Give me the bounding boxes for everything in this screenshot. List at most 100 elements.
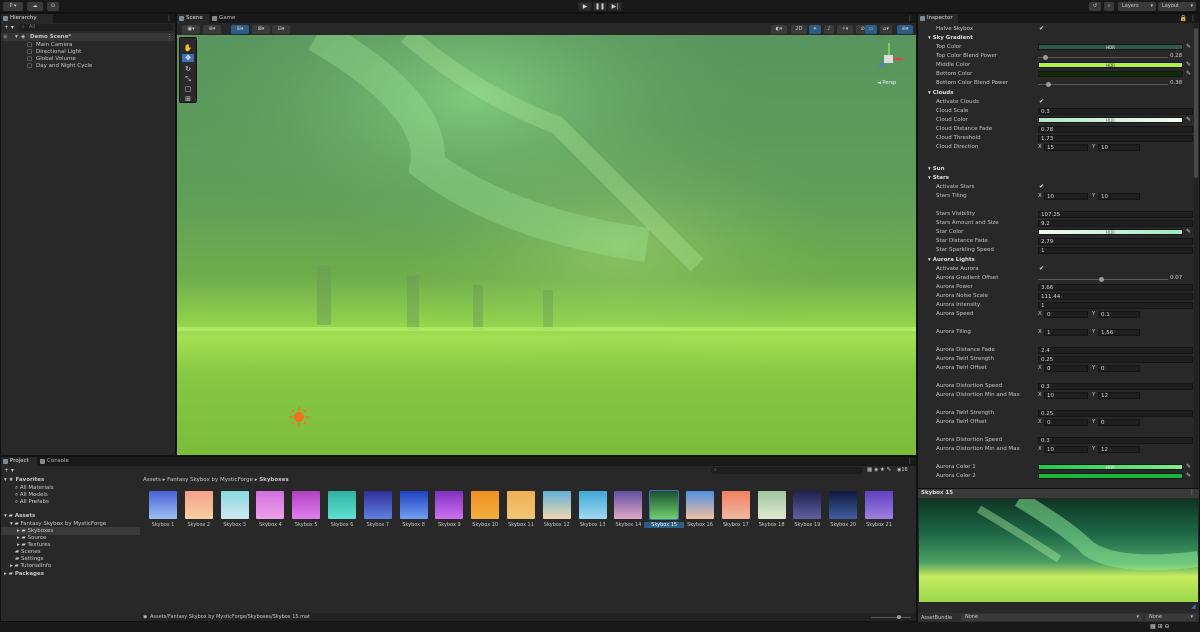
aurora-color2-field[interactable] [1038,473,1183,479]
cloud-scale-field[interactable]: 0.3 [1038,108,1193,115]
middle-color-field[interactable]: HDR [1038,62,1183,68]
skybox-thumbnail[interactable] [184,491,213,519]
tab-scene[interactable]: Scene [177,14,209,23]
skybox-thumbnail[interactable] [793,491,822,519]
asset-tile[interactable]: Skybox 10 [468,491,502,531]
aurora-twirl-field[interactable]: 0.25 [1038,410,1193,417]
tree-assets[interactable]: ▾ ▰ Assets [4,512,35,520]
asset-tile[interactable]: Skybox 4 [253,491,287,531]
tab-inspector[interactable]: Inspector [918,14,958,23]
asset-tile[interactable]: Skybox 14 [611,491,645,531]
aurora-gradient-value[interactable]: 0.07 [1170,275,1182,281]
variant-dropdown[interactable]: None ▾ [1146,614,1196,621]
stars-tiling-x[interactable]: 10 [1044,193,1088,200]
pivot-dropdown[interactable]: ⊕▾ [203,25,221,34]
inspector-scrollbar[interactable] [1194,24,1198,494]
asset-tile[interactable]: Skybox 12 [540,491,574,531]
bottom-blend-knob[interactable] [1045,82,1051,87]
aurora-color1-field[interactable]: HDR [1038,464,1183,470]
lock-icon[interactable]: 🔒 [1180,15,1187,22]
directional-light-icon[interactable] [289,407,309,427]
orientation-gizmo[interactable] [871,39,907,77]
aurora-distortion-max[interactable]: 12 [1098,446,1140,453]
aurora-power-field[interactable]: 3.66 [1038,284,1193,291]
panel-menu-icon[interactable]: ⋮ [166,15,172,22]
rect-tool-icon[interactable]: ▢ [182,85,194,93]
tab-hierarchy[interactable]: Hierarchy [1,14,53,23]
increment-dropdown[interactable]: ⊟▾ [272,25,290,34]
visibility-icon[interactable]: ◉ [3,33,8,41]
tree-packages[interactable]: ▸ ▰ Packages [4,570,44,578]
asset-tile[interactable]: Skybox 11 [504,491,538,531]
collab-icon[interactable]: ⊙ [47,2,59,11]
halve-skybox-checkbox[interactable]: ✔ [1039,25,1044,32]
tab-game[interactable]: Game [210,14,240,23]
skybox-thumbnail[interactable] [865,491,893,519]
aurora-distortion-speed-field[interactable]: 0.3 [1038,437,1193,444]
asset-tile[interactable]: Skybox 5 [289,491,323,531]
account-dropdown[interactable]: P ▾ [3,2,23,11]
aurora-distortion-speed-field[interactable]: 0.3 [1038,383,1193,390]
skybox-thumbnail[interactable] [149,491,177,519]
top-color-field[interactable]: HDR [1038,44,1183,50]
breadcrumb-item[interactable]: Fantasy Skybox by MysticForge [167,477,253,483]
stars-visibility-field[interactable]: 107.25 [1038,211,1193,218]
section-sun[interactable]: ▾ Sun [928,165,944,174]
asset-tile[interactable]: Skybox 20 [826,491,860,531]
skybox-thumbnail[interactable] [256,491,285,519]
asset-tile[interactable]: Skybox 3 [218,491,252,531]
skybox-thumbnail[interactable] [614,491,643,519]
hidden-count[interactable]: ◉16 [897,467,908,473]
add-icon[interactable]: + ▾ [4,24,14,31]
aurora-twirl-offset-x[interactable]: 0 [1044,365,1088,372]
camera-settings-icon[interactable]: ⌂▾ [880,25,892,34]
activate-aurora-checkbox[interactable]: ✔ [1039,265,1044,272]
breadcrumb-item[interactable]: Skyboxes [259,477,288,483]
skybox-thumbnail[interactable] [829,491,858,519]
asset-tile[interactable]: Skybox 18 [755,491,789,531]
asset-tile[interactable]: Skybox 7 [361,491,395,531]
cloud-direction-y[interactable]: 10 [1098,144,1140,151]
aurora-twirl-offset-y[interactable]: 0 [1098,365,1140,372]
eyedropper-icon[interactable]: ✎ [1186,116,1191,123]
tab-console[interactable]: Console [38,457,76,466]
skybox-thumbnail[interactable] [542,491,571,519]
aurora-tiling-x[interactable]: 1 [1044,329,1088,336]
eyedropper-icon[interactable]: ✎ [1186,463,1191,470]
scene-viewport[interactable]: ✋ ✥ ↻ ⤡ ▢ ⊞ ◄ Persp [177,35,916,455]
snap-dropdown[interactable]: ⊠▾ [252,25,270,34]
skybox-thumbnail[interactable] [328,491,356,519]
aurora-intensity-field[interactable]: 1 [1038,302,1193,309]
status-icons[interactable]: ▦ ⊞ ⊖ [1150,623,1170,630]
bottom-color-field[interactable] [1038,71,1183,77]
skybox-thumbnail[interactable] [757,491,786,519]
tool-handle-dropdown[interactable]: ▣▾ [182,25,200,34]
thumbnail-size-knob[interactable] [897,615,901,619]
aurora-tiling-y[interactable]: 1.56 [1098,329,1140,336]
skybox-thumbnail[interactable] [721,491,750,519]
preview-menu-icon[interactable]: ⋮ [1189,489,1195,496]
star-fade-field[interactable]: 2.79 [1038,238,1193,245]
step-button[interactable]: ▶| [608,2,622,11]
draw-mode-dropdown[interactable]: ◐▾ [771,25,787,34]
top-blend-knob[interactable] [1043,55,1049,60]
panel-menu-icon[interactable]: ⋮ [907,15,913,22]
section-aurora[interactable]: ▾ Aurora Lights [928,256,975,265]
tree-favorites[interactable]: ▾ ★ Favorites [4,476,44,484]
breadcrumb-item[interactable]: Assets [143,477,161,483]
bottom-blend-value[interactable]: 0.38 [1170,80,1182,86]
thumbnail-size-slider[interactable] [871,617,911,618]
star-color-field[interactable]: HDR [1038,229,1183,235]
section-clouds[interactable]: ▾ Clouds [928,89,954,98]
grid-snap-dropdown[interactable]: ⊞▾ [231,25,249,34]
assetbundle-dropdown[interactable]: None ▾ [962,614,1142,621]
eyedropper-icon[interactable]: ✎ [1186,70,1191,77]
eyedropper-icon[interactable]: ✎ [1186,43,1191,50]
pause-button[interactable]: ❚❚ [593,2,607,11]
camera-icon[interactable]: ▭ [865,25,877,34]
expand-icon[interactable]: ▾ [15,33,18,41]
asset-tile[interactable]: Skybox 21 [862,491,896,531]
cloud-icon[interactable]: ☁ [27,2,43,11]
history-icon[interactable]: ↺ [1089,2,1101,11]
asset-tile[interactable]: Skybox 13 [576,491,610,531]
